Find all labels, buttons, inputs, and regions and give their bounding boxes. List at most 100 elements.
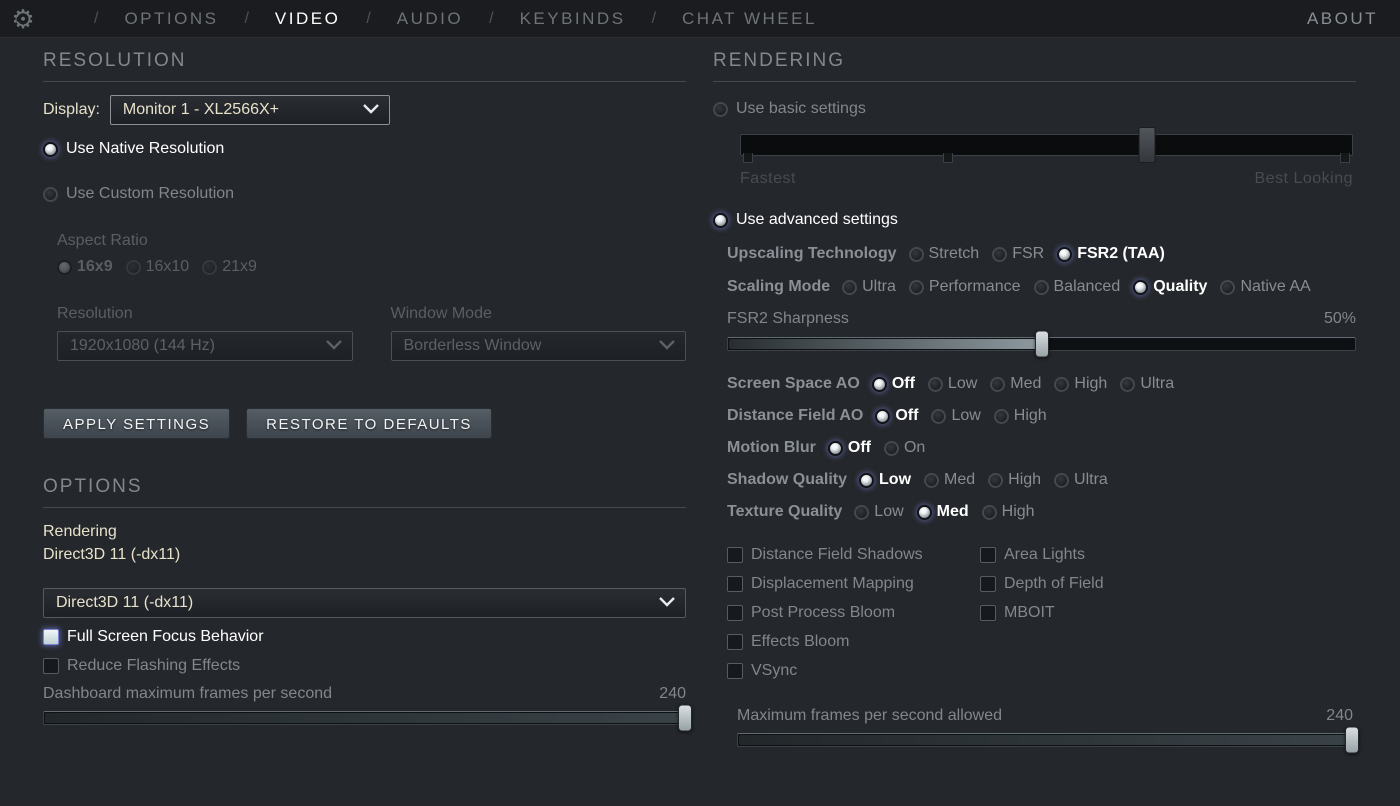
radio-option-label: High xyxy=(1002,503,1035,521)
radio-option-high[interactable]: High xyxy=(982,503,1035,521)
radio-option-16x10[interactable]: 16x10 xyxy=(126,258,190,276)
quality-preset-slider[interactable] xyxy=(740,134,1353,156)
radio-option-off[interactable]: Off xyxy=(828,439,871,457)
radio-option-ultra[interactable]: Ultra xyxy=(842,278,896,296)
radio-option-label: Ultra xyxy=(862,278,896,296)
radio-option-16x9[interactable]: 16x9 xyxy=(57,258,113,276)
dashboard-fps-value: 240 xyxy=(659,685,686,703)
radio-dot xyxy=(854,505,869,520)
radio-option-off[interactable]: Off xyxy=(875,407,918,425)
restore-defaults-button[interactable]: RESTORE TO DEFAULTS xyxy=(246,408,492,439)
render-checkboxes-right: Area Lights Depth of Field MBOIT xyxy=(980,545,1104,690)
slider-fill xyxy=(739,735,1351,745)
radio-option-stretch[interactable]: Stretch xyxy=(909,245,980,263)
checkbox-vsync[interactable]: VSync xyxy=(727,661,980,681)
radio-option-high[interactable]: High xyxy=(1054,375,1107,393)
scaling-mode-row: Scaling Mode UltraPerformanceBalancedQua… xyxy=(727,278,1356,296)
radio-option-label: 16x9 xyxy=(77,258,113,276)
checkbox-reduce-flashing-effects[interactable]: Reduce Flashing Effects xyxy=(43,656,686,676)
use-advanced-settings-radio[interactable]: Use advanced settings xyxy=(713,211,1356,229)
screen-space-ao-label: Screen Space AO xyxy=(727,375,860,393)
max-fps-slider[interactable] xyxy=(737,733,1353,747)
aspect-ratio-label: Aspect Ratio xyxy=(57,232,686,250)
chevron-down-icon xyxy=(326,337,342,355)
checkbox-label: Post Process Bloom xyxy=(751,604,895,622)
fsr2-sharpness-value: 50% xyxy=(1324,310,1356,328)
quality-preset-slider-handle[interactable] xyxy=(1139,127,1156,163)
fsr2-sharpness-slider[interactable] xyxy=(727,337,1356,351)
texture-quality-label: Texture Quality xyxy=(727,503,842,521)
radio-option-label: High xyxy=(1008,471,1041,489)
options-checkbox-list: Full Screen Focus Behavior Reduce Flashin… xyxy=(43,627,686,676)
radio-option-low[interactable]: Low xyxy=(854,503,903,521)
radio-option-label: Low xyxy=(879,471,911,489)
resolution-dropdown[interactable]: 1920x1080 (144 Hz) xyxy=(57,331,353,361)
checkbox-displacement-mapping[interactable]: Displacement Mapping xyxy=(727,574,980,594)
radio-dot xyxy=(842,280,857,295)
tab-options[interactable]: OPTIONS xyxy=(124,9,218,29)
radio-option-ultra[interactable]: Ultra xyxy=(1054,471,1108,489)
rendering-api-dropdown[interactable]: Direct3D 11 (-dx11) xyxy=(43,588,686,618)
apply-settings-button[interactable]: APPLY SETTINGS xyxy=(43,408,230,439)
tab-about[interactable]: ABOUT xyxy=(1307,9,1378,29)
radio-option-low[interactable]: Low xyxy=(859,471,911,489)
slider-handle[interactable] xyxy=(678,705,692,732)
checkbox-mboit[interactable]: MBOIT xyxy=(980,603,1104,623)
radio-option-performance[interactable]: Performance xyxy=(909,278,1021,296)
checkbox-full-screen-focus-behavior[interactable]: Full Screen Focus Behavior xyxy=(43,627,686,647)
radio-option-21x9[interactable]: 21x9 xyxy=(202,258,257,276)
checkbox-post-process-bloom[interactable]: Post Process Bloom xyxy=(727,603,980,623)
checkbox-label: Reduce Flashing Effects xyxy=(67,657,240,675)
tab-keybinds[interactable]: KEYBINDS xyxy=(520,9,626,29)
window-mode-dropdown-label: Window Mode xyxy=(391,305,687,323)
checkbox-label: Effects Bloom xyxy=(751,633,849,651)
use-native-resolution-radio[interactable]: Use Native Resolution xyxy=(43,140,686,158)
radio-option-on[interactable]: On xyxy=(884,439,925,457)
radio-dot xyxy=(917,505,932,520)
radio-option-label: Low xyxy=(951,407,980,425)
tab-chat-wheel[interactable]: CHAT WHEEL xyxy=(682,9,817,29)
radio-option-fsr2-taa[interactable]: FSR2 (TAA) xyxy=(1057,245,1165,263)
radio-option-high[interactable]: High xyxy=(994,407,1047,425)
radio-option-med[interactable]: Med xyxy=(990,375,1041,393)
motion-blur-label: Motion Blur xyxy=(727,439,816,457)
radio-option-med[interactable]: Med xyxy=(924,471,975,489)
radio-option-low[interactable]: Low xyxy=(928,375,977,393)
radio-option-ultra[interactable]: Ultra xyxy=(1120,375,1174,393)
checkbox-area-lights[interactable]: Area Lights xyxy=(980,545,1104,565)
radio-option-med[interactable]: Med xyxy=(917,503,969,521)
dashboard-fps-label: Dashboard maximum frames per second xyxy=(43,685,332,703)
radio-dot xyxy=(828,441,843,456)
slider-notch xyxy=(1340,153,1350,163)
checkbox-label: Depth of Field xyxy=(1004,575,1104,593)
radio-option-fsr[interactable]: FSR xyxy=(992,245,1044,263)
checkbox-distance-field-shadows[interactable]: Distance Field Shadows xyxy=(727,545,980,565)
upscaling-technology-label: Upscaling Technology xyxy=(727,245,897,263)
use-custom-resolution-radio[interactable]: Use Custom Resolution xyxy=(43,185,686,203)
radio-option-label: FSR2 (TAA) xyxy=(1077,245,1165,263)
slider-handle[interactable] xyxy=(1345,727,1359,754)
radio-option-quality[interactable]: Quality xyxy=(1133,278,1207,296)
radio-option-high[interactable]: High xyxy=(988,471,1041,489)
radio-option-native-aa[interactable]: Native AA xyxy=(1220,278,1310,296)
radio-option-balanced[interactable]: Balanced xyxy=(1034,278,1121,296)
radio-option-label: Native AA xyxy=(1240,278,1310,296)
radio-option-low[interactable]: Low xyxy=(931,407,980,425)
radio-dot xyxy=(1220,280,1235,295)
dashboard-fps-slider[interactable] xyxy=(43,711,686,725)
nav-separator: / xyxy=(489,10,493,28)
radio-option-label: Ultra xyxy=(1140,375,1174,393)
tab-video[interactable]: VIDEO xyxy=(275,9,340,29)
window-mode-dropdown[interactable]: Borderless Window xyxy=(391,331,687,361)
use-basic-settings-radio[interactable]: Use basic settings xyxy=(713,100,1356,118)
tab-audio[interactable]: AUDIO xyxy=(397,9,463,29)
rendering-setting-value: Direct3D 11 (-dx11) xyxy=(43,546,686,564)
slider-handle[interactable] xyxy=(1035,331,1049,358)
radio-dot xyxy=(909,247,924,262)
display-dropdown[interactable]: Monitor 1 - XL2566X+ xyxy=(110,95,390,125)
checkbox-effects-bloom[interactable]: Effects Bloom xyxy=(727,632,980,652)
radio-option-off[interactable]: Off xyxy=(872,375,915,393)
fsr2-sharpness-label: FSR2 Sharpness xyxy=(727,310,849,328)
checkbox-depth-of-field[interactable]: Depth of Field xyxy=(980,574,1104,594)
window-mode-dropdown-value: Borderless Window xyxy=(404,337,542,355)
